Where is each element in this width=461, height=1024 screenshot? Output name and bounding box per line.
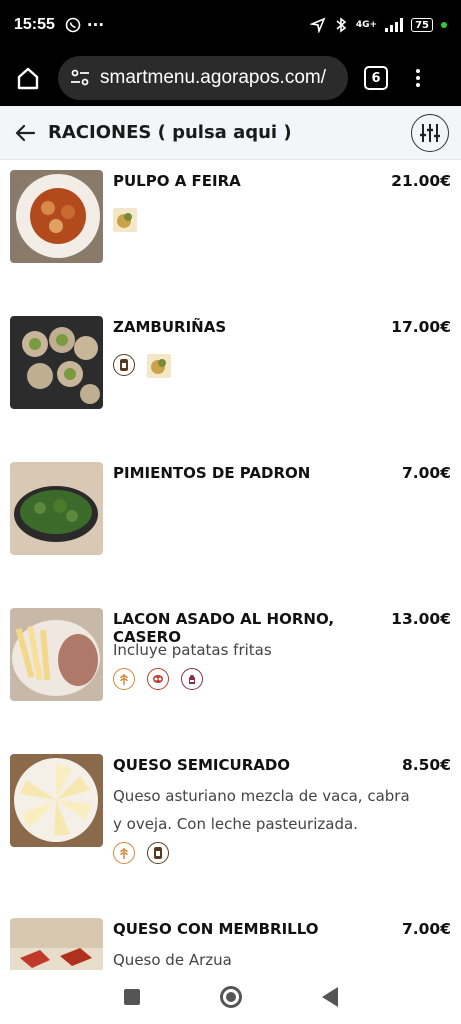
home-system-button[interactable] <box>219 986 242 1008</box>
home-button[interactable] <box>10 60 46 96</box>
url-text: smartmenu.agorapos.com/ <box>100 67 326 88</box>
item-price: 13.00€ <box>391 610 451 628</box>
home-icon <box>17 67 39 90</box>
item-name: QUESO CON MEMBRILLO <box>113 920 319 938</box>
allergen-list <box>113 208 137 232</box>
more-notifications-icon: ··· <box>86 16 105 34</box>
menu-item[interactable]: LACON ASADO AL HORNO, CASERO 13.00€ Incl… <box>0 608 461 748</box>
battery-icon: 75 <box>411 18 433 32</box>
dish-photo <box>10 462 103 555</box>
dish-photo <box>10 918 103 970</box>
item-description: Queso asturiano mezcla de vaca, cabra y … <box>113 787 410 833</box>
allergen-list <box>113 354 171 378</box>
item-name: PIMIENTOS DE PADRON <box>113 464 311 482</box>
address-bar[interactable]: smartmenu.agorapos.com/ <box>58 56 348 100</box>
item-price: 7.00€ <box>401 920 451 938</box>
soy-allergen-icon <box>147 668 169 690</box>
dish-photo <box>10 608 103 701</box>
page-header: RACIONES ( pulsa aqui ) <box>0 106 461 160</box>
item-description: Queso de Arzua <box>113 951 232 969</box>
bluetooth-icon <box>336 17 347 33</box>
mollusc-allergen-icon <box>147 354 171 378</box>
menu-item[interactable]: QUESO SEMICURADO 8.50€ Queso asturiano m… <box>0 754 461 914</box>
gluten-allergen-icon <box>113 668 135 690</box>
browser-menu-button[interactable] <box>416 69 420 87</box>
menu-item[interactable]: PULPO A FEIRA 21.00€ <box>0 170 461 310</box>
menu-item[interactable]: PIMIENTOS DE PADRON 7.00€ <box>0 462 461 602</box>
item-name: ZAMBURIÑAS <box>113 318 227 336</box>
dish-photo <box>10 316 103 409</box>
mollusc-allergen-icon <box>113 208 137 232</box>
sulphites-allergen-icon <box>147 842 169 864</box>
battery-level: 75 <box>415 19 429 31</box>
tab-count: 6 <box>371 70 381 86</box>
arrow-left-icon <box>15 124 36 141</box>
browser-toolbar: smartmenu.agorapos.com/ 6 <box>0 50 461 106</box>
status-bar: 15:55 ··· 4G+ 75 <box>0 0 461 50</box>
item-price: 21.00€ <box>391 172 451 190</box>
back-system-button[interactable] <box>321 987 338 1007</box>
allergen-list <box>113 842 169 864</box>
dish-photo <box>10 170 103 263</box>
system-nav-bar <box>0 970 461 1024</box>
status-time: 15:55 <box>14 16 55 33</box>
menu-list: PULPO A FEIRA 21.00€ ZAMBURIÑAS 17.00€ P… <box>0 160 461 970</box>
network-type: 4G+ <box>355 20 378 30</box>
item-price: 8.50€ <box>401 756 451 774</box>
whatsapp-icon <box>65 17 81 33</box>
gluten-allergen-icon <box>113 842 135 864</box>
item-description: Incluye patatas fritas <box>113 641 272 659</box>
item-name: PULPO A FEIRA <box>113 172 241 190</box>
menu-item[interactable]: QUESO CON MEMBRILLO 7.00€ Queso de Arzua <box>0 918 461 970</box>
item-price: 7.00€ <box>401 464 451 482</box>
sulphites-allergen-icon <box>113 354 135 376</box>
site-settings-icon[interactable] <box>70 68 90 88</box>
menu-item[interactable]: ZAMBURIÑAS 17.00€ <box>0 316 461 456</box>
privacy-indicator-icon <box>441 22 447 28</box>
signal-icon <box>385 18 404 32</box>
tab-switcher-button[interactable]: 6 <box>364 66 388 90</box>
milk-allergen-icon <box>181 668 203 690</box>
item-name: QUESO SEMICURADO <box>113 756 291 774</box>
allergen-list <box>113 668 203 690</box>
recents-button[interactable] <box>123 989 140 1005</box>
sliders-icon <box>420 123 440 142</box>
page-title[interactable]: RACIONES ( pulsa aqui ) <box>48 122 292 143</box>
dish-photo <box>10 754 103 847</box>
location-icon <box>309 17 326 33</box>
item-price: 17.00€ <box>391 318 451 336</box>
filter-button[interactable] <box>411 113 449 152</box>
back-button[interactable] <box>12 120 38 146</box>
